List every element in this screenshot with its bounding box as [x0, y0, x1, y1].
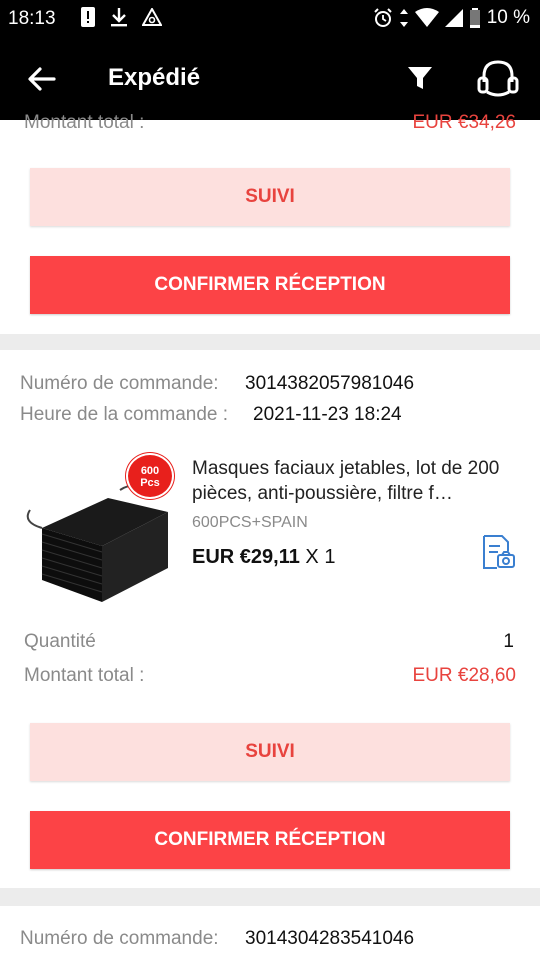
status-right-icons: 10 %	[373, 7, 530, 29]
alert-icon	[81, 7, 95, 27]
order-card: Numéro de commande: 3014382057981046 Heu…	[0, 350, 540, 888]
battery-percent: 10 %	[486, 7, 530, 28]
order-card-next: Numéro de commande: 3014304283541046	[0, 906, 540, 960]
total-label: Montant total :	[24, 665, 145, 686]
badge-bottom-text: Pcs	[140, 477, 160, 489]
badge-top-text: 600	[140, 465, 160, 477]
confirm-reception-button[interactable]: CONFIRMER RÉCEPTION	[30, 256, 510, 314]
back-arrow-icon[interactable]	[26, 63, 58, 95]
customer-service-headset-icon[interactable]	[476, 58, 520, 98]
order-number-value: 3014304283541046	[245, 928, 415, 949]
app-bar: Expédié	[0, 36, 540, 120]
status-left-icons	[80, 7, 162, 27]
track-button[interactable]: SUIVI	[30, 723, 510, 781]
order-time-value: 2021-11-23 18:24	[253, 404, 402, 425]
product-price: EUR €29,11	[192, 546, 300, 568]
quantity-label: Quantité	[24, 631, 96, 652]
product-variant: 600PCS+SPAIN	[192, 514, 308, 531]
total-value: EUR €28,60	[412, 665, 516, 686]
track-button[interactable]: SUIVI	[30, 168, 510, 226]
photo-review-icon[interactable]	[480, 534, 516, 570]
warning-triangle-icon	[142, 8, 162, 26]
order-number-value: 3014382057981046	[245, 373, 415, 394]
wifi-icon	[414, 8, 439, 27]
total-value: EUR €34,26	[412, 112, 516, 133]
confirm-reception-button[interactable]: CONFIRMER RÉCEPTION	[30, 811, 510, 869]
order-card-previous: Montant total : EUR €34,26 SUIVI CONFIRM…	[0, 112, 540, 334]
product-price-line: EUR €29,11 X 1	[192, 546, 335, 569]
alarm-icon	[373, 8, 392, 27]
product-title[interactable]: Masques faciaux jetables, lot de 200 piè…	[192, 456, 518, 506]
product-qty: X 1	[305, 546, 336, 568]
filter-icon[interactable]	[406, 64, 434, 92]
battery-icon	[469, 8, 480, 28]
order-number-label: Numéro de commande:	[20, 373, 219, 394]
data-transfer-icon	[399, 9, 408, 27]
status-time: 18:13	[8, 8, 56, 29]
quantity-value: 1	[503, 631, 514, 652]
page-title: Expédié	[108, 64, 201, 91]
signal-icon	[444, 9, 463, 27]
quantity-badge: 600 Pcs	[126, 453, 174, 499]
status-bar: 18:13 10 %	[0, 0, 540, 36]
total-label: Montant total :	[24, 112, 145, 133]
download-icon	[111, 8, 127, 27]
order-time-label: Heure de la commande :	[20, 404, 229, 425]
order-number-label: Numéro de commande:	[20, 928, 219, 949]
